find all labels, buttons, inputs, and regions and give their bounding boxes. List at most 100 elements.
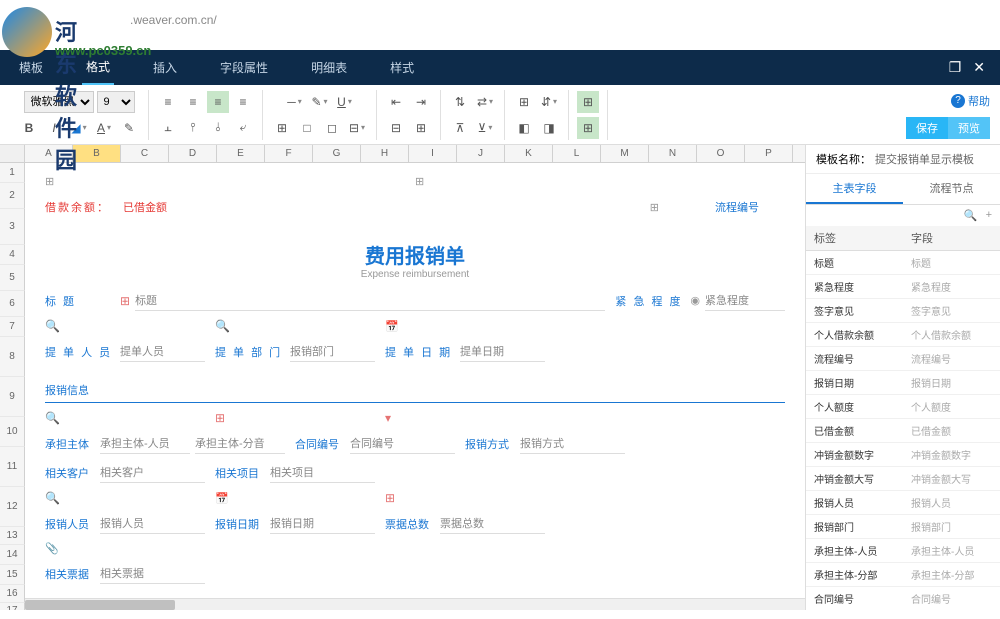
field-row[interactable]: 紧急程度紧急程度 xyxy=(806,275,1000,299)
expand-icon-3[interactable]: ⊞ xyxy=(650,201,659,214)
search-icon[interactable]: 🔍 xyxy=(964,209,978,222)
font-family-select[interactable]: 微软雅黑 xyxy=(24,91,94,113)
reimburser-field[interactable]: 报销人员 xyxy=(100,513,205,534)
project-field[interactable]: 相关项目 xyxy=(270,462,375,483)
sort-button[interactable]: ⇵ xyxy=(538,91,560,113)
field-row[interactable]: 标题标题 xyxy=(806,251,1000,275)
date-icon[interactable]: 📅 xyxy=(385,320,399,333)
find-button[interactable]: ◨ xyxy=(538,117,560,139)
wrap-button[interactable]: ⤶ xyxy=(232,117,254,139)
horizontal-scrollbar[interactable] xyxy=(25,598,805,610)
field-row[interactable]: 报销人员报销人员 xyxy=(806,491,1000,515)
row-header-16[interactable]: 16 xyxy=(0,585,25,603)
search-icon-4[interactable]: 🔍 xyxy=(45,491,60,505)
address-bar[interactable]: .weaver.com.cn/ xyxy=(0,5,1000,35)
customer-field[interactable]: 相关客户 xyxy=(100,462,205,483)
tab-main-fields[interactable]: 主表字段 xyxy=(806,174,903,204)
col-header-N[interactable]: N xyxy=(649,145,697,162)
col-header-H[interactable]: H xyxy=(361,145,409,162)
grid2-button[interactable]: ⊞ xyxy=(577,117,599,139)
field-row[interactable]: 报销部门报销部门 xyxy=(806,515,1000,539)
merge-button[interactable]: ⊟ xyxy=(385,117,407,139)
bearer-dept[interactable]: 承担主体-分音 xyxy=(195,433,285,454)
col-header-A[interactable]: A xyxy=(25,145,73,162)
search-icon-3[interactable]: 🔍 xyxy=(45,411,60,425)
valign-middle-button[interactable]: ⫯ xyxy=(182,117,204,139)
row-header-9[interactable]: 9 xyxy=(0,377,25,417)
help-button[interactable]: 帮助 xyxy=(951,93,990,109)
font-size-select[interactable]: 9 xyxy=(97,91,135,113)
field-row[interactable]: 个人额度个人额度 xyxy=(806,395,1000,419)
freeze-button[interactable]: ⊞ xyxy=(513,91,535,113)
ticket-count-field[interactable]: 票据总数 xyxy=(440,513,545,534)
preview-button[interactable]: 预览 xyxy=(948,117,990,139)
upload-icon[interactable]: ⊞ xyxy=(215,411,225,425)
submitter-field[interactable]: 提单人员 xyxy=(120,341,205,362)
border-none-button[interactable]: ◻ xyxy=(321,117,343,139)
col-header-E[interactable]: E xyxy=(217,145,265,162)
field-row[interactable]: 承担主体-人员承担主体-人员 xyxy=(806,539,1000,563)
col-header-D[interactable]: D xyxy=(169,145,217,162)
row-header-7[interactable]: 7 xyxy=(0,317,25,337)
row-header-4[interactable]: 4 xyxy=(0,245,25,265)
row-header-15[interactable]: 15 xyxy=(0,565,25,585)
menu-format[interactable]: 格式 xyxy=(82,50,114,85)
align-right-button[interactable]: ≡ xyxy=(207,91,229,113)
save-button[interactable]: 保存 xyxy=(906,117,948,139)
menu-field-props[interactable]: 字段属性 xyxy=(216,51,272,84)
tickets-field[interactable]: 相关票据 xyxy=(100,563,205,584)
auto-height-button[interactable]: ⊼ xyxy=(449,117,471,139)
menu-style[interactable]: 样式 xyxy=(386,51,418,84)
reimburse-date-field[interactable]: 报销日期 xyxy=(270,513,375,534)
date-field[interactable]: 提单日期 xyxy=(460,341,545,362)
field-row[interactable]: 冲销金额大写冲销金额大写 xyxy=(806,467,1000,491)
menu-detail-table[interactable]: 明细表 xyxy=(307,51,351,84)
row-header-5[interactable]: 5 xyxy=(0,265,25,291)
col-header-I[interactable]: I xyxy=(409,145,457,162)
unmerge-button[interactable]: ⊞ xyxy=(410,117,432,139)
menu-template[interactable]: 模板 xyxy=(15,51,47,84)
col-header-M[interactable]: M xyxy=(601,145,649,162)
urgency-field[interactable]: 紧急程度 xyxy=(705,290,785,311)
underline-style-button[interactable]: U xyxy=(334,91,356,113)
align-left-button[interactable]: ≡ xyxy=(157,91,179,113)
field-row[interactable]: 个人借款余额个人借款余额 xyxy=(806,323,1000,347)
attachment-icon[interactable]: 📎 xyxy=(45,542,59,555)
row-height-button[interactable]: ⇅ xyxy=(449,91,471,113)
row-header-6[interactable]: 6 xyxy=(0,291,25,317)
row-header-17[interactable]: 17 xyxy=(0,603,25,610)
field-row[interactable]: 签字意见签字意见 xyxy=(806,299,1000,323)
auto-width-button[interactable]: ⊻ xyxy=(474,117,496,139)
indent-dec-button[interactable]: ⇤ xyxy=(385,91,407,113)
expand-icon-2[interactable]: ⊞ xyxy=(415,175,424,188)
date-icon-2[interactable]: 📅 xyxy=(215,492,229,505)
valign-top-button[interactable]: ⫠ xyxy=(157,117,179,139)
col-header-C[interactable]: C xyxy=(121,145,169,162)
tab-process-nodes[interactable]: 流程节点 xyxy=(903,174,1000,204)
clear-button[interactable]: ◧ xyxy=(513,117,535,139)
border-more-button[interactable]: ⊟ xyxy=(346,117,368,139)
col-header-O[interactable]: O xyxy=(697,145,745,162)
row-header-14[interactable]: 14 xyxy=(0,545,25,565)
border-style-button[interactable]: ─ xyxy=(284,91,306,113)
indent-inc-button[interactable]: ⇥ xyxy=(410,91,432,113)
add-icon[interactable]: + xyxy=(986,209,992,222)
col-header-F[interactable]: F xyxy=(265,145,313,162)
border-outer-button[interactable]: □ xyxy=(296,117,318,139)
row-header-12[interactable]: 12 xyxy=(0,487,25,527)
expand-icon[interactable]: ⊞ xyxy=(45,175,54,188)
search-icon[interactable]: 🔍 xyxy=(45,319,60,333)
bold-button[interactable]: B xyxy=(18,117,40,139)
col-header-J[interactable]: J xyxy=(457,145,505,162)
field-row[interactable]: 流程编号流程编号 xyxy=(806,347,1000,371)
field-row[interactable]: 已借金额已借金额 xyxy=(806,419,1000,443)
col-header-B[interactable]: B xyxy=(73,145,121,162)
select-all-corner[interactable] xyxy=(0,145,25,163)
row-header-11[interactable]: 11 xyxy=(0,447,25,487)
align-justify-button[interactable]: ≡ xyxy=(232,91,254,113)
row-header-13[interactable]: 13 xyxy=(0,527,25,545)
fill-color-button[interactable]: ◢ xyxy=(68,117,90,139)
title-field[interactable]: 标题 xyxy=(135,290,605,311)
col-header-K[interactable]: K xyxy=(505,145,553,162)
field-row[interactable]: 合同编号合同编号 xyxy=(806,587,1000,610)
